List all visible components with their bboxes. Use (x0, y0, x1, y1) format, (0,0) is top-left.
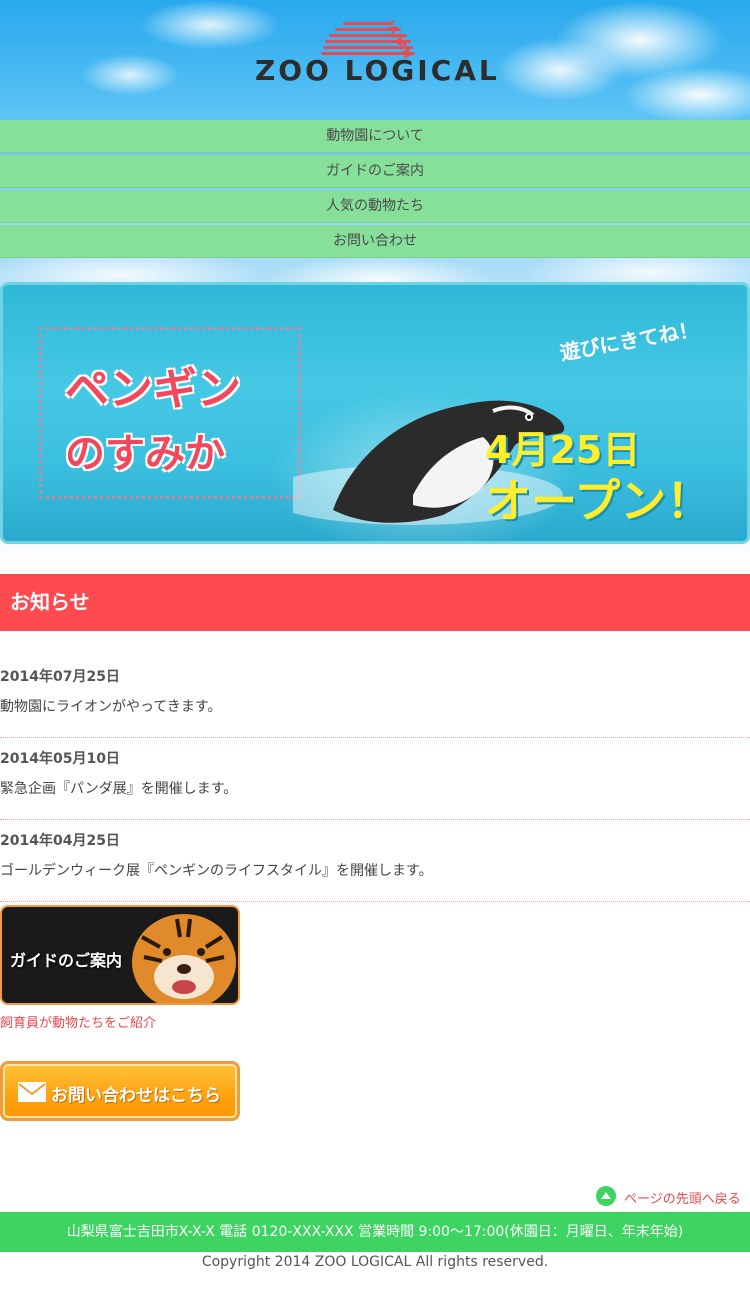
hero-title-line1: ペンギン (65, 364, 241, 415)
arrow-up-icon (596, 1186, 616, 1206)
news-item: 2014年04月25日 ゴールデンウィーク展『ペンギンのライフスタイル』を開催し… (0, 820, 750, 902)
news-date: 2014年07月25日 (0, 669, 120, 685)
guide-caption-link[interactable]: 飼育員が動物たちをご紹介 (0, 1012, 156, 1031)
news-date: 2014年05月10日 (0, 751, 120, 767)
main-nav: 動物園について ガイドのご案内 人気の動物たち お問い合わせ (0, 120, 750, 260)
contact-button[interactable]: お問い合わせはこちら (0, 1061, 240, 1121)
news-item: 2014年05月10日 緊急企画『パンダ展』を開催します。 (0, 738, 750, 820)
mail-icon (18, 1082, 46, 1102)
hero-open-text: オープン！ (485, 474, 713, 528)
logo-text: ZOO LOGICAL (255, 54, 500, 87)
hero-banner[interactable]: ペンギン のすみか 遊びにきてね！ 4月25日 オープン！ (0, 282, 750, 544)
page-top-label: ページの先頭へ戻る (624, 1192, 741, 1207)
news-list: 2014年07月25日 動物園にライオンがやってきます。 2014年05月10日… (0, 656, 750, 902)
copyright: Copyright 2014 ZOO LOGICAL All rights re… (201, 1254, 549, 1270)
news-text: 緊急企画『パンダ展』を開催します。 (0, 781, 238, 797)
nav-item-guide[interactable]: ガイドのご案内 (0, 155, 750, 188)
news-text: ゴールデンウィーク展『ペンギンのライフスタイル』を開催します。 (0, 863, 433, 879)
nav-item-animals[interactable]: 人気の動物たち (0, 190, 750, 223)
guide-banner[interactable]: ガイドのご案内 (0, 905, 240, 1005)
site-header: JAPAN ZOO LOGICAL (0, 0, 750, 120)
news-heading: お知らせ (0, 574, 750, 631)
news-item: 2014年07月25日 動物園にライオンがやってきます。 (0, 656, 750, 738)
news-text: 動物園にライオンがやってきます。 (0, 699, 222, 715)
site-logo[interactable]: JAPAN ZOO LOGICAL (255, 18, 500, 98)
news-date: 2014年04月25日 (0, 833, 120, 849)
footer-info: 山梨県富士吉田市X-X-X 電話 0120-XXX-XXX 営業時間 9:00～… (0, 1212, 750, 1252)
contact-button-label: お問い合わせはこちら (51, 1086, 221, 1106)
hero-title-line2: のすみか (65, 431, 225, 477)
hero-invite-text: 遊びにきてね！ (558, 317, 701, 365)
tiger-icon (132, 914, 236, 1003)
nav-item-contact[interactable]: お問い合わせ (0, 225, 750, 258)
guide-banner-label: ガイドのご案内 (10, 951, 123, 970)
nav-item-about[interactable]: 動物園について (0, 120, 750, 153)
